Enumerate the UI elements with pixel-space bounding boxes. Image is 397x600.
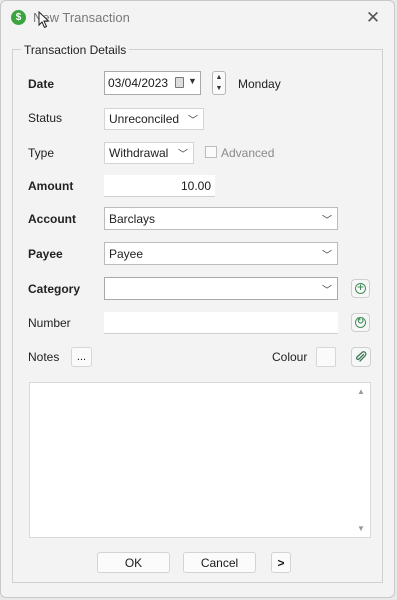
notes-label: Notes — [28, 350, 60, 364]
advanced-checkbox[interactable] — [205, 146, 217, 158]
spin-down-icon[interactable]: ▼ — [213, 83, 225, 94]
colour-label: Colour — [272, 350, 308, 364]
chevron-down-icon[interactable]: ▼ — [188, 76, 197, 86]
app-logo-icon: $ — [11, 10, 26, 25]
type-label: Type — [28, 146, 55, 160]
new-transaction-dialog: $ New Transaction ✕ Transaction Details … — [0, 0, 395, 598]
payee-value: Payee — [109, 246, 144, 261]
close-button[interactable]: ✕ — [362, 7, 384, 29]
cancel-button[interactable]: Cancel — [183, 552, 256, 573]
spin-up-icon[interactable]: ▲ — [213, 72, 225, 83]
account-select[interactable]: Barclays ﹀ — [104, 207, 338, 230]
amount-value: 10.00 — [180, 178, 211, 193]
circled-arrow-icon: ↻ — [355, 317, 366, 328]
mouse-cursor-icon — [38, 11, 50, 29]
notes-textarea[interactable]: ▲ ▼ — [29, 382, 371, 538]
category-label: Category — [28, 282, 81, 296]
notes-scrollbar[interactable]: ▲ ▼ — [354, 383, 370, 537]
status-label: Status — [28, 111, 63, 125]
next-button[interactable]: > — [271, 552, 291, 573]
add-circle-icon: + — [355, 283, 366, 294]
paperclip-icon — [355, 351, 367, 362]
number-label: Number — [28, 316, 71, 330]
group-title: Transaction Details — [21, 43, 130, 57]
weekday-label: Monday — [238, 77, 281, 91]
chevron-down-icon: ﹀ — [322, 215, 332, 226]
amount-input[interactable]: 10.00 — [104, 175, 215, 197]
payee-select[interactable]: Payee ﹀ — [104, 242, 338, 265]
chevron-down-icon: ﹀ — [322, 285, 332, 296]
date-value: 03/04/2023 — [108, 76, 169, 90]
calendar-icon[interactable] — [175, 77, 184, 88]
chevron-down-icon: ﹀ — [178, 149, 188, 161]
scroll-down-icon[interactable]: ▼ — [357, 524, 365, 533]
status-value: Unreconciled — [109, 112, 180, 126]
date-spinner[interactable]: ▲ ▼ — [212, 71, 226, 95]
number-assign-button[interactable]: ↻ — [351, 313, 370, 332]
chevron-down-icon: ﹀ — [322, 250, 332, 261]
colour-swatch-button[interactable] — [316, 347, 336, 367]
add-category-button[interactable]: + — [351, 279, 370, 298]
account-value: Barclays — [109, 211, 156, 226]
scroll-up-icon[interactable]: ▲ — [357, 387, 365, 396]
category-select[interactable]: ﹀ — [104, 277, 338, 300]
advanced-label: Advanced — [221, 146, 275, 160]
payee-label: Payee — [28, 247, 63, 261]
date-picker[interactable]: 03/04/2023 ▼ — [104, 71, 201, 95]
status-select[interactable]: Unreconciled ﹀ — [104, 108, 204, 130]
attachment-button[interactable] — [351, 347, 371, 367]
notes-expand-button[interactable]: ... — [71, 347, 92, 367]
number-input[interactable] — [104, 312, 338, 334]
type-select[interactable]: Withdrawal ﹀ — [104, 142, 194, 164]
type-value: Withdrawal — [109, 146, 169, 160]
amount-label: Amount — [28, 179, 74, 193]
account-label: Account — [28, 212, 76, 226]
ok-button[interactable]: OK — [97, 552, 170, 573]
title-bar: $ New Transaction ✕ — [1, 1, 394, 35]
chevron-down-icon: ﹀ — [188, 115, 198, 127]
date-label: Date — [28, 77, 55, 91]
